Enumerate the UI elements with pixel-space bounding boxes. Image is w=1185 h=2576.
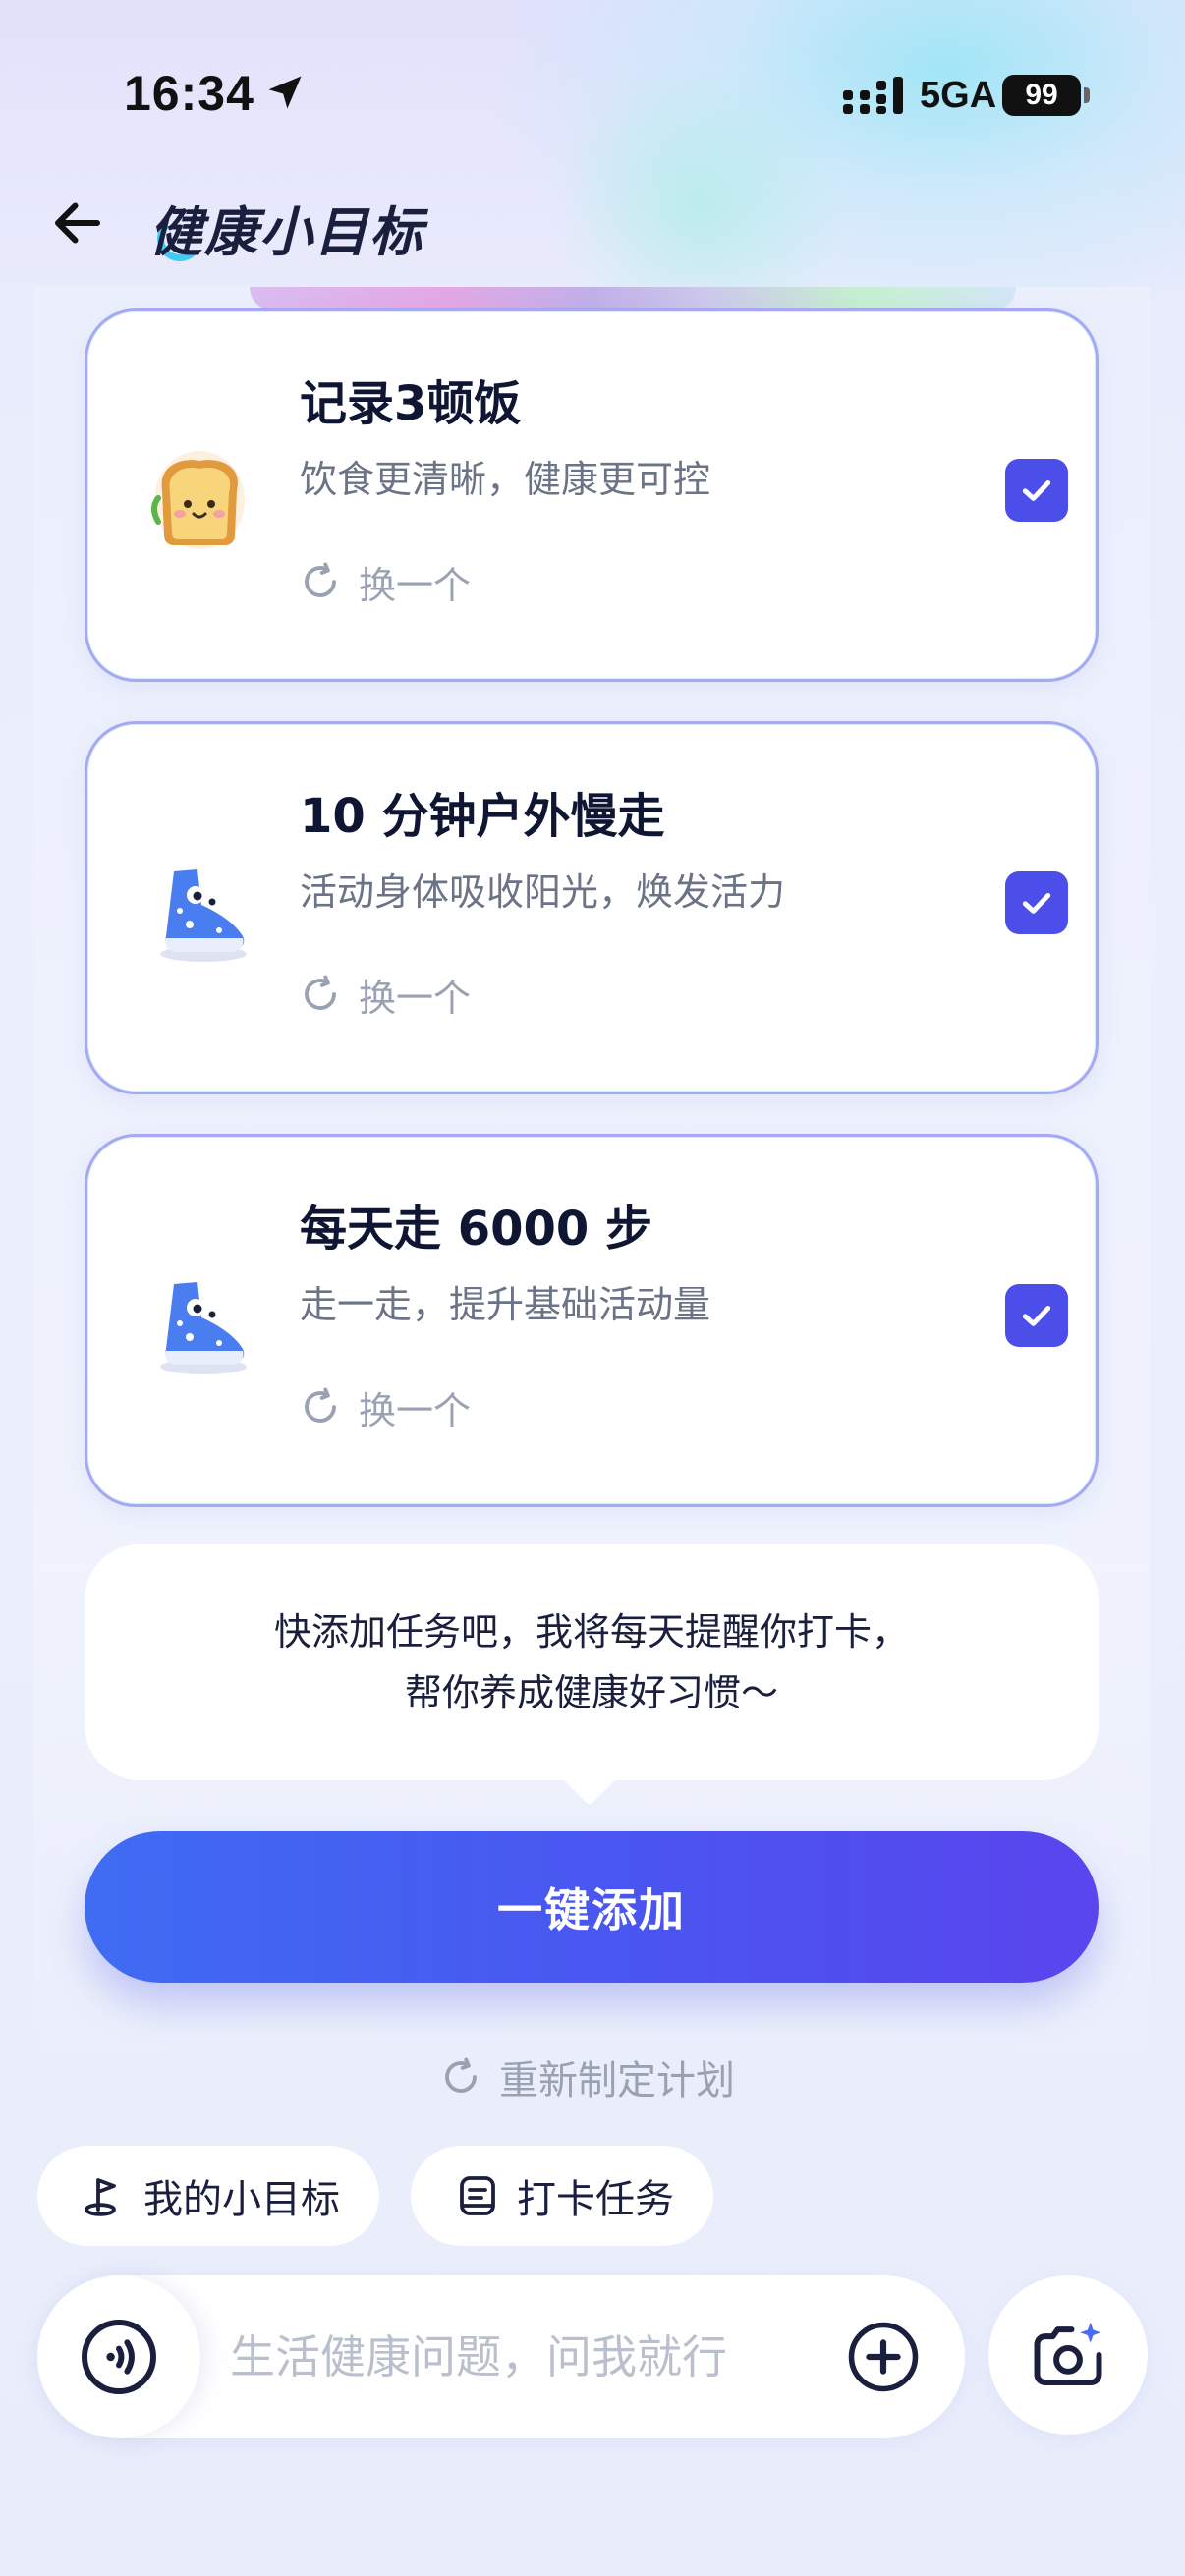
goal-card[interactable]: 每天走 6000 步 走一走，提升基础活动量 换一个 (85, 1134, 1099, 1507)
checkmark-icon (1022, 480, 1051, 501)
replan-button[interactable]: 重新制定计划 (440, 2049, 735, 2104)
add-attachment-button[interactable] (845, 2319, 922, 2395)
refresh-icon (305, 562, 336, 597)
goal-card[interactable]: 10 分钟户外慢走 活动身体吸收阳光，焕发活力 换一个 (85, 721, 1099, 1094)
sneaker-icon (160, 869, 247, 962)
plus-circle-icon (848, 2322, 919, 2392)
ai-camera-icon (1034, 2322, 1102, 2385)
goal-title: 记录3顿饭 (300, 376, 522, 431)
arrow-left-icon (55, 202, 100, 244)
goal-description: 饮食更清晰，健康更可控 (300, 458, 711, 501)
back-button[interactable] (43, 189, 112, 257)
goal-checkbox[interactable] (1005, 459, 1068, 522)
swap-goal-button[interactable]: 换一个 (300, 557, 472, 607)
voice-button[interactable] (37, 2275, 200, 2438)
add-all-button[interactable]: 一键添加 (85, 1831, 1099, 1983)
goal-checkbox[interactable] (1005, 871, 1068, 934)
sneaker-icon (160, 1282, 247, 1374)
refresh-icon (305, 1387, 336, 1423)
toast-icon (151, 451, 245, 549)
camera-button[interactable] (988, 2275, 1148, 2435)
chip-checkin-tasks[interactable]: 打卡任务 (411, 2146, 713, 2246)
voice-wave-icon (82, 2320, 156, 2394)
chip-my-goals[interactable]: 我的小目标 (37, 2146, 379, 2246)
add-all-label: 一键添加 (497, 1883, 686, 1936)
swap-label: 换一个 (359, 1388, 472, 1432)
chat-input-bar (37, 2275, 965, 2438)
signal-icon (843, 77, 903, 114)
status-bar: 16:34 5GA 99 (0, 0, 1185, 187)
checkmark-icon (1022, 1306, 1051, 1326)
status-time: 16:34 (124, 66, 254, 121)
refresh-icon (445, 2057, 477, 2093)
replan-label: 重新制定计划 (499, 2058, 735, 2103)
goal-title: 10 分钟户外慢走 (300, 789, 665, 844)
hint-bubble: 快添加任务吧，我将每天提醒你打卡， 帮你养成健康好习惯～ (85, 1544, 1099, 1780)
swap-goal-button[interactable]: 换一个 (300, 970, 472, 1020)
goal-card[interactable]: 记录3顿饭 饮食更清晰，健康更可控 换一个 (85, 308, 1099, 682)
battery-tip (1084, 87, 1090, 103)
network-type: 5GA (920, 75, 997, 116)
battery-indicator: 99 (1002, 75, 1081, 116)
goal-checkbox[interactable] (1005, 1284, 1068, 1347)
checkmark-icon (1022, 893, 1051, 914)
location-arrow-icon (268, 76, 302, 109)
chip-label: 我的小目标 (143, 2177, 340, 2222)
chip-label: 打卡任务 (517, 2177, 674, 2222)
hint-line-2: 帮你养成健康好习惯～ (404, 1671, 778, 1714)
goal-title: 每天走 6000 步 (300, 1202, 653, 1257)
checkin-task-icon (460, 2176, 495, 2215)
swap-label: 换一个 (359, 563, 472, 607)
goal-description: 走一走，提升基础活动量 (300, 1283, 711, 1326)
swap-goal-button[interactable]: 换一个 (300, 1382, 472, 1432)
chat-input[interactable] (230, 2315, 780, 2399)
hero-illustration-edge (250, 287, 1016, 310)
goal-flag-icon (85, 2178, 116, 2216)
page-title: 健康小目标 (149, 201, 424, 263)
swap-label: 换一个 (359, 976, 472, 1020)
hint-line-1: 快添加任务吧，我将每天提醒你打卡， (273, 1610, 909, 1653)
goal-description: 活动身体吸收阳光，焕发活力 (300, 870, 786, 914)
refresh-icon (305, 975, 336, 1010)
hint-bubble-tail (560, 1776, 619, 1804)
